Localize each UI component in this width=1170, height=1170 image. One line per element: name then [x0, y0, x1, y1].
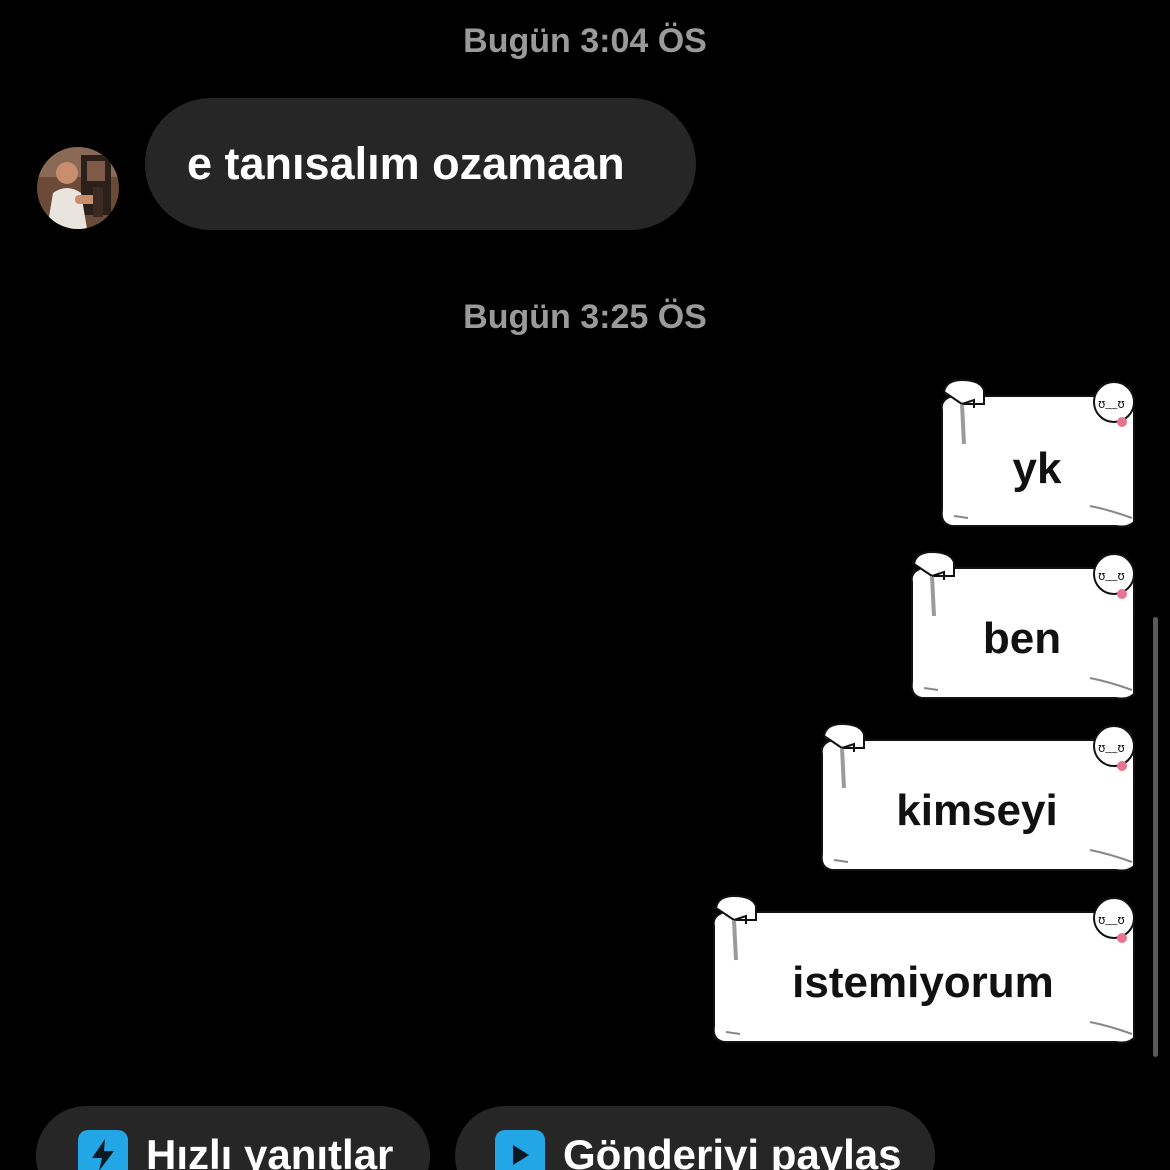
outgoing-sticker-message[interactable]: ʊ﹏ʊ istemiyorum [712, 892, 1135, 1044]
scrollbar[interactable] [1153, 617, 1158, 1057]
outgoing-sticker-message[interactable]: ʊ﹏ʊ ben [910, 548, 1135, 700]
outgoing-sticker-message[interactable]: ʊ﹏ʊ kimseyi [820, 720, 1135, 872]
chat-screen: Bugün 3:04 ÖS e tanısalım ozamaan Bugün … [0, 0, 1170, 1170]
lightning-icon [78, 1130, 128, 1170]
incoming-message-bubble[interactable]: e tanısalım ozamaan [145, 98, 696, 230]
share-post-label: Gönderiyi paylaş [563, 1131, 902, 1170]
svg-text:ʊ﹏ʊ: ʊ﹏ʊ [1098, 397, 1125, 411]
sticker-text: istemiyorum [792, 958, 1054, 1007]
outgoing-sticker-message[interactable]: ʊ﹏ʊ yk [940, 378, 1135, 528]
avatar[interactable] [37, 147, 119, 229]
message-text: e tanısalım ozamaan [187, 138, 625, 189]
sticker-text: yk [1012, 444, 1062, 493]
timestamp: Bugün 3:25 ÖS [463, 298, 707, 336]
svg-text:ʊ﹏ʊ: ʊ﹏ʊ [1098, 913, 1125, 927]
sticker-text: kimseyi [896, 786, 1058, 835]
share-post-button[interactable]: Gönderiyi paylaş [455, 1106, 935, 1170]
quick-replies-label: Hızlı yanıtlar [146, 1131, 394, 1170]
sticker-text: ben [982, 614, 1062, 663]
play-icon [495, 1130, 545, 1170]
timestamp: Bugün 3:04 ÖS [463, 22, 707, 60]
quick-replies-button[interactable]: Hızlı yanıtlar [36, 1106, 430, 1170]
svg-text:ʊ﹏ʊ: ʊ﹏ʊ [1098, 741, 1125, 755]
svg-text:ʊ﹏ʊ: ʊ﹏ʊ [1098, 569, 1125, 583]
